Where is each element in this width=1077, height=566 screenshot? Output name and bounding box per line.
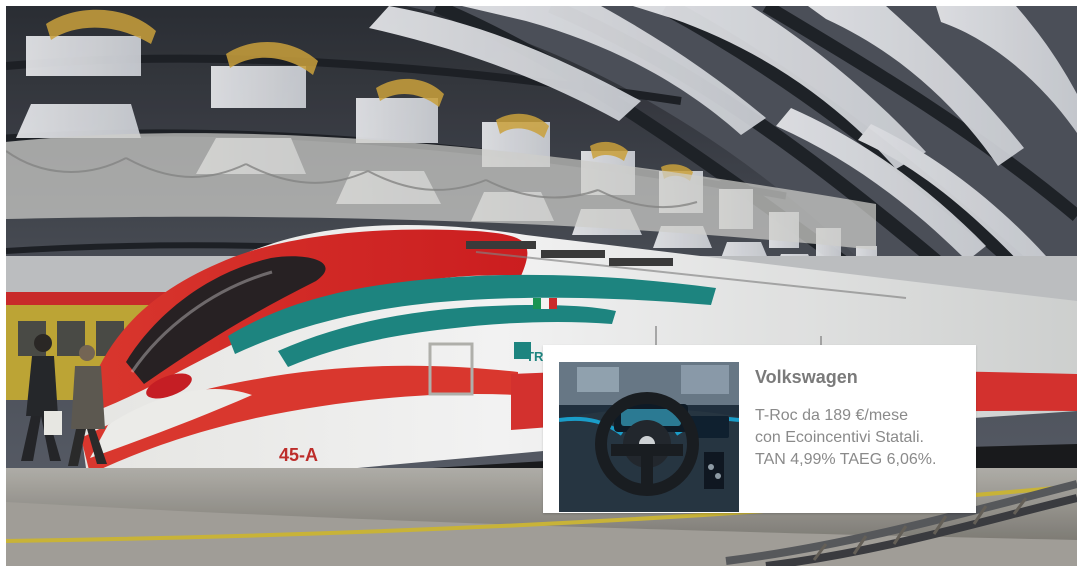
car-interior-thumbnail[interactable]	[559, 362, 739, 512]
ad-brand-title[interactable]: Volkswagen	[755, 367, 858, 387]
ad-offer-text[interactable]: T-Roc da 189 €/mese con Ecoincentivi Sta…	[755, 405, 965, 471]
volkswagen-ad-card[interactable]: Volkswagen T-Roc da 189 €/mese con Ecoin…	[543, 345, 976, 513]
car-interior-image	[559, 362, 739, 512]
page: TRENI 45-A	[0, 0, 1077, 566]
